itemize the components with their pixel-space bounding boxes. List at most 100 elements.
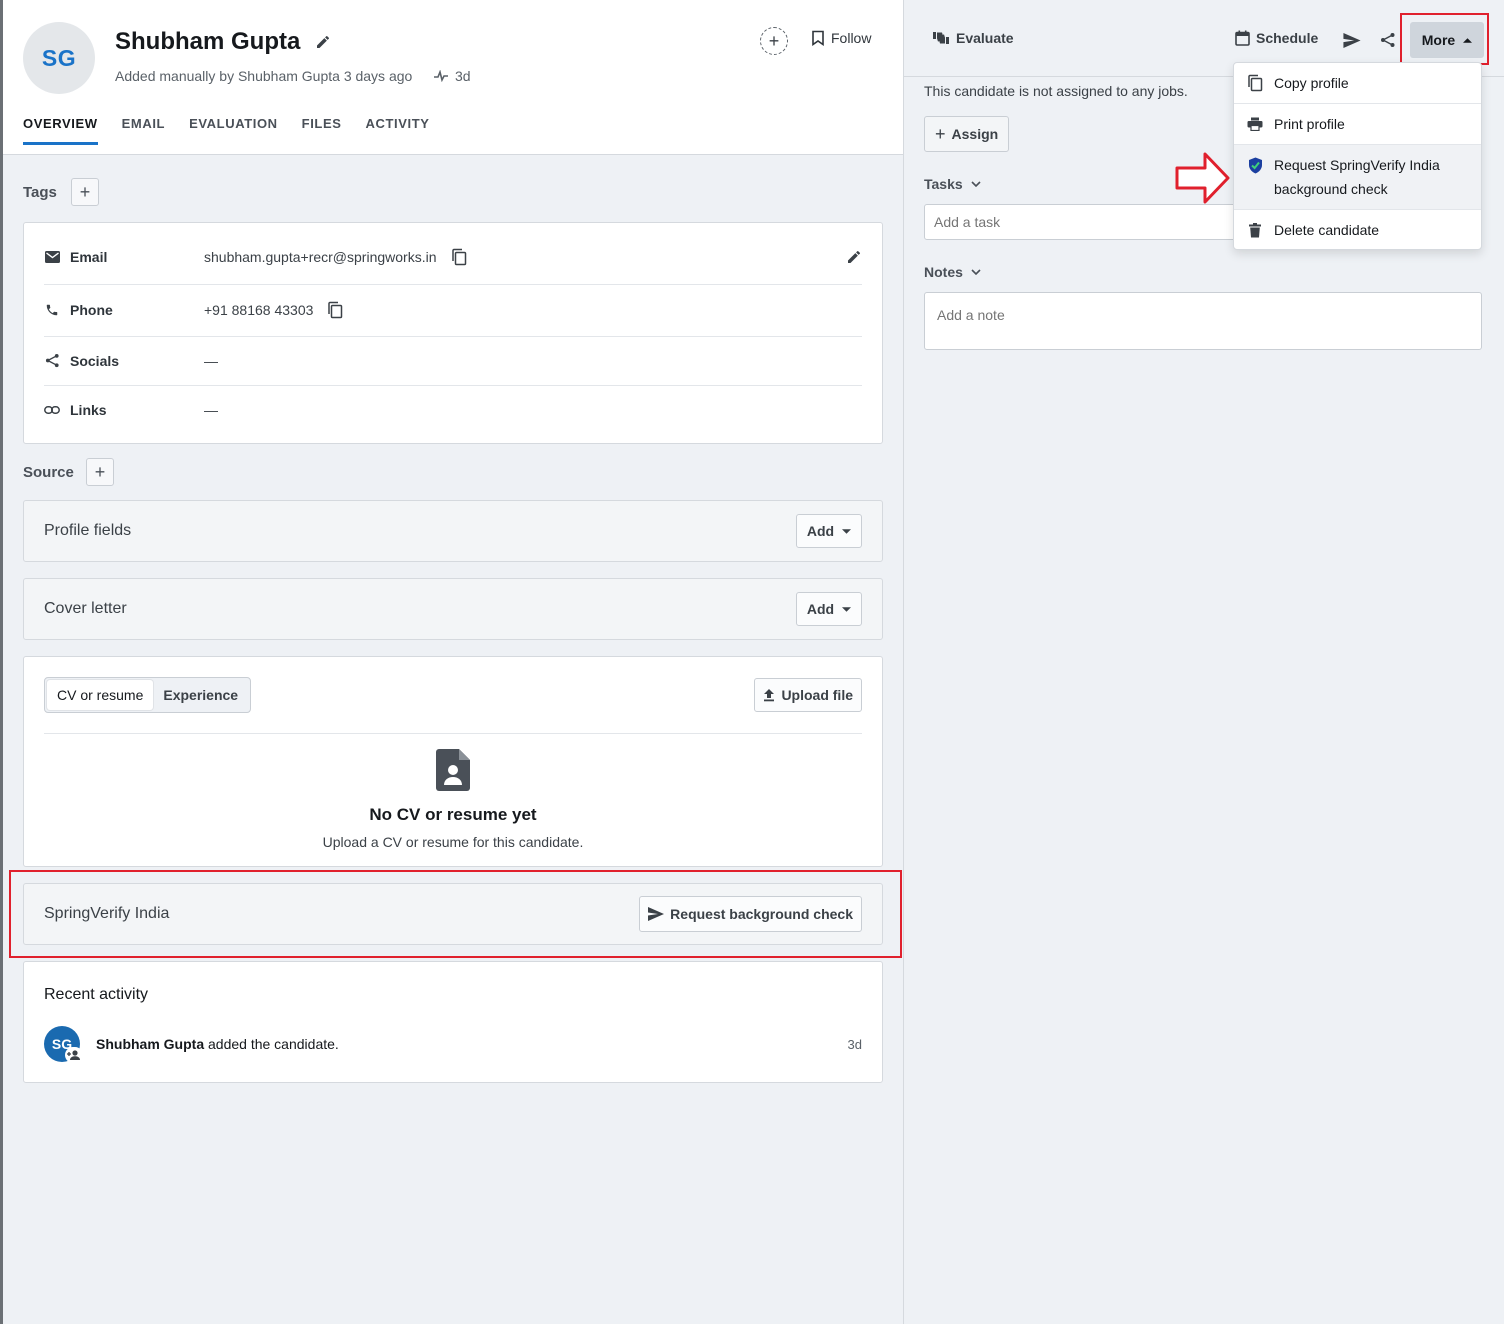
- menu-item-print-profile[interactable]: Print profile: [1234, 115, 1481, 133]
- phone-value[interactable]: +91 88168 43303: [204, 302, 313, 318]
- chevron-down-icon: [971, 269, 981, 275]
- candidate-header: SG Shubham Gupta Added manually by Shubh…: [3, 0, 903, 155]
- email-value[interactable]: shubham.gupta+recr@springworks.in: [204, 249, 437, 265]
- socials-row: Socials —: [44, 336, 862, 385]
- menu-item-copy-profile[interactable]: Copy profile: [1234, 74, 1481, 92]
- chevron-down-icon: [971, 181, 981, 187]
- follow-button[interactable]: Follow: [811, 30, 871, 46]
- cover-letter-add-button[interactable]: Add: [796, 592, 862, 626]
- tab-evaluation[interactable]: EVALUATION: [189, 116, 278, 145]
- cover-letter-card: Cover letter Add: [23, 578, 883, 640]
- thumbs-icon: [933, 32, 949, 44]
- activity-actor[interactable]: Shubham Gupta: [96, 1036, 204, 1052]
- profile-fields-card: Profile fields Add: [23, 500, 883, 562]
- cover-letter-title: Cover letter: [44, 600, 127, 617]
- divider: [1234, 209, 1481, 210]
- tab-overview[interactable]: OVERVIEW: [23, 116, 98, 145]
- phone-label: Phone: [70, 302, 113, 318]
- candidate-tabs: OVERVIEW EMAIL EVALUATION FILES ACTIVITY: [23, 116, 430, 145]
- print-icon: [1246, 115, 1264, 133]
- highlight-box: [9, 870, 902, 958]
- menu-item-request-springverify[interactable]: Request SpringVerify India background ch…: [1234, 156, 1481, 201]
- segment-experience[interactable]: Experience: [153, 680, 248, 710]
- profile-fields-title: Profile fields: [44, 522, 132, 539]
- tab-email[interactable]: EMAIL: [122, 116, 165, 145]
- phone-row: Phone +91 88168 43303: [44, 284, 862, 336]
- not-assigned-text: This candidate is not assigned to any jo…: [924, 83, 1188, 99]
- more-menu: Copy profile Print profile Request Sprin…: [1233, 62, 1482, 250]
- email-label: Email: [70, 249, 108, 265]
- avatar: SG: [23, 22, 95, 94]
- tasks-toggle[interactable]: Tasks: [924, 176, 981, 192]
- links-value: —: [204, 402, 218, 418]
- phone-icon: [44, 302, 60, 318]
- evaluate-button[interactable]: Evaluate: [932, 30, 1014, 46]
- activity-text: Shubham Gupta added the candidate.: [96, 1036, 339, 1052]
- menu-item-delete-candidate[interactable]: Delete candidate: [1234, 221, 1481, 239]
- add-tag-button[interactable]: +: [71, 178, 99, 206]
- copy-icon: [1246, 74, 1264, 92]
- contact-card: Email shubham.gupta+recr@springworks.in …: [23, 222, 883, 444]
- follow-label: Follow: [831, 30, 872, 46]
- request-springverify-line2: background check: [1274, 181, 1388, 197]
- socials-value: —: [204, 352, 218, 369]
- assign-button[interactable]: + Assign: [924, 116, 1010, 152]
- caret-down-icon: [842, 606, 852, 612]
- send-icon[interactable]: [1343, 33, 1361, 48]
- schedule-label: Schedule: [1256, 30, 1319, 46]
- request-springverify-line1: Request SpringVerify India: [1274, 157, 1440, 173]
- segment-cv-resume[interactable]: CV or resume: [47, 680, 154, 710]
- no-resume-title: No CV or resume yet: [369, 805, 537, 824]
- tags-label: Tags: [23, 184, 57, 201]
- no-resume-subtitle: Upload a CV or resume for this candidate…: [322, 834, 584, 850]
- source-label: Source: [23, 464, 74, 481]
- pulse-icon: [434, 70, 448, 82]
- add-label: Add: [806, 601, 835, 617]
- delete-candidate-label: Delete candidate: [1274, 222, 1380, 238]
- tab-activity[interactable]: ACTIVITY: [366, 116, 430, 145]
- highlight-box: [1400, 13, 1489, 65]
- resume-card: CV or resume Experience Upload file No C…: [23, 656, 883, 867]
- assign-label: Assign: [951, 126, 999, 142]
- links-label: Links: [70, 402, 107, 418]
- share-icon: [44, 353, 60, 369]
- evaluate-label: Evaluate: [956, 30, 1014, 46]
- added-by-text: Added manually by Shubham Gupta 3 days a…: [115, 68, 413, 84]
- notes-toggle[interactable]: Notes: [924, 264, 981, 280]
- profile-fields-add-button[interactable]: Add: [796, 514, 862, 548]
- email-row: Email shubham.gupta+recr@springworks.in: [44, 231, 862, 283]
- activity-action: added the candidate.: [204, 1036, 339, 1052]
- notes-label: Notes: [924, 264, 963, 280]
- candidate-name: Shubham Gupta: [115, 28, 301, 55]
- shield-check-icon: [1246, 156, 1264, 174]
- note-input[interactable]: [924, 292, 1482, 350]
- candidate-age: 3d: [455, 68, 471, 84]
- activity-time: 3d: [847, 1037, 862, 1052]
- document-person-icon: [436, 749, 470, 791]
- plus-circle-icon[interactable]: +: [760, 27, 788, 55]
- print-profile-label: Print profile: [1274, 116, 1345, 132]
- calendar-icon: [1235, 30, 1250, 46]
- socials-label: Socials: [70, 352, 120, 369]
- bookmark-icon: [812, 30, 824, 46]
- trash-icon: [1246, 221, 1264, 239]
- copy-icon[interactable]: [451, 248, 467, 266]
- tab-files[interactable]: FILES: [302, 116, 342, 145]
- add-source-button[interactable]: +: [86, 458, 114, 486]
- pencil-icon[interactable]: [846, 249, 862, 265]
- recent-activity-title: Recent activity: [44, 986, 149, 1003]
- caret-down-icon: [842, 528, 852, 534]
- add-label: Add: [806, 523, 835, 539]
- divider: [1234, 103, 1481, 104]
- upload-file-button[interactable]: Upload file: [754, 678, 862, 712]
- plus-icon: +: [935, 124, 946, 144]
- tasks-label: Tasks: [924, 176, 963, 192]
- mail-icon: [44, 249, 60, 265]
- resume-segmented-control: CV or resume Experience: [44, 677, 252, 713]
- copy-icon[interactable]: [327, 301, 343, 319]
- candidate-main-pane: SG Shubham Gupta Added manually by Shubh…: [3, 0, 903, 1324]
- schedule-button[interactable]: Schedule: [1235, 30, 1318, 46]
- pencil-icon[interactable]: [315, 34, 331, 50]
- share-icon[interactable]: [1380, 32, 1396, 48]
- recent-activity-card: Recent activity SG Shubham Gupta added t…: [23, 961, 883, 1083]
